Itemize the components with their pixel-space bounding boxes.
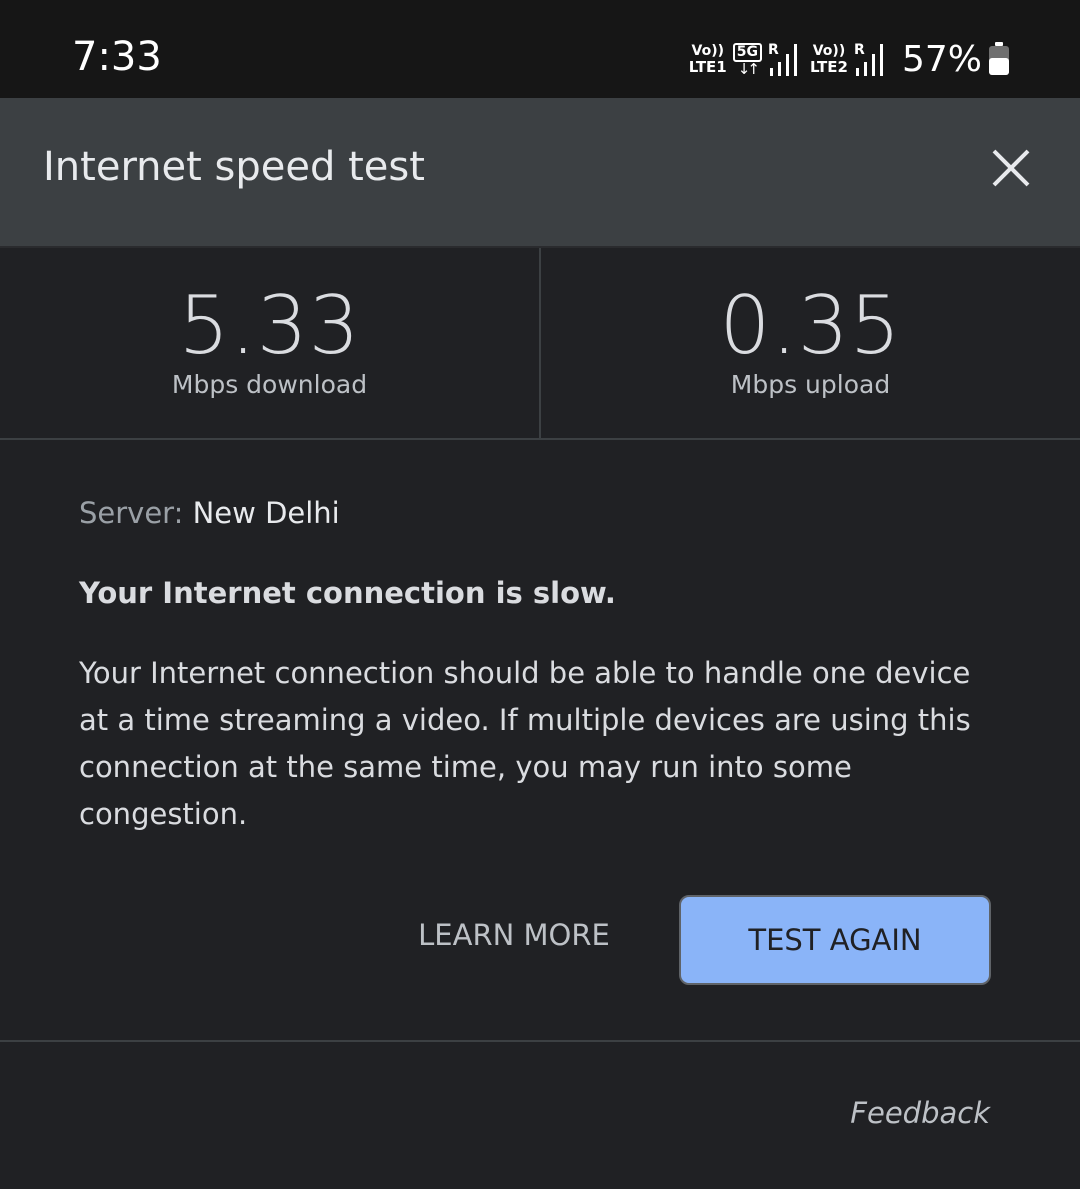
download-result: 5.33 Mbps download	[0, 248, 541, 438]
divider	[0, 1040, 1080, 1042]
server-label: Server:	[79, 496, 184, 530]
sim1-volte: Vo))	[691, 43, 724, 59]
signal-icon: R	[768, 42, 797, 76]
sim2-indicator: Vo)) LTE2	[810, 43, 848, 75]
signal-icon: R	[854, 42, 883, 76]
server-line: Server: New Delhi	[79, 496, 999, 530]
result-info: Server: New Delhi Your Internet connecti…	[79, 496, 999, 838]
speed-results: 5.33 Mbps download 0.35 Mbps upload	[0, 248, 1080, 440]
status-time: 7:33	[72, 34, 162, 80]
feedback-link[interactable]: Feedback	[850, 1096, 990, 1130]
test-again-button[interactable]: TEST AGAIN	[679, 895, 991, 985]
close-button[interactable]	[983, 140, 1039, 196]
server-name: New Delhi	[192, 496, 340, 530]
battery-percent: 57%	[901, 38, 982, 80]
roaming-indicator: R	[854, 42, 865, 58]
sim2-volte: Vo))	[812, 43, 846, 59]
download-label: Mbps download	[171, 370, 368, 399]
roaming-indicator: R	[768, 42, 779, 58]
connection-description: Your Internet connection should be able …	[79, 656, 971, 831]
data-arrows-icon: ↓↑	[737, 59, 760, 78]
upload-value: 0.35	[719, 279, 902, 372]
download-value: 5.33	[178, 279, 361, 372]
dialog-header: Internet speed test	[0, 98, 1080, 248]
status-bar: 7:33 Vo)) LTE1 5G ↓↑ R Vo)) LTE2 R 57%	[0, 0, 1080, 98]
connection-verdict: Your Internet connection is slow.	[79, 576, 616, 610]
sim1-network: LTE1	[688, 58, 727, 76]
data-type-label: 5G	[732, 42, 762, 62]
battery-icon	[989, 42, 1009, 75]
status-icons: Vo)) LTE1 5G ↓↑ R Vo)) LTE2 R 57%	[689, 38, 1010, 80]
page-title: Internet speed test	[43, 144, 425, 190]
sim2-network: LTE2	[809, 58, 848, 76]
data-type-indicator: 5G ↓↑	[732, 42, 762, 78]
close-icon	[992, 149, 1030, 187]
learn-more-button[interactable]: LEARN MORE	[400, 900, 628, 970]
sim1-indicator: Vo)) LTE1	[689, 43, 727, 75]
upload-result: 0.35 Mbps upload	[541, 248, 1080, 438]
upload-label: Mbps upload	[730, 370, 891, 399]
